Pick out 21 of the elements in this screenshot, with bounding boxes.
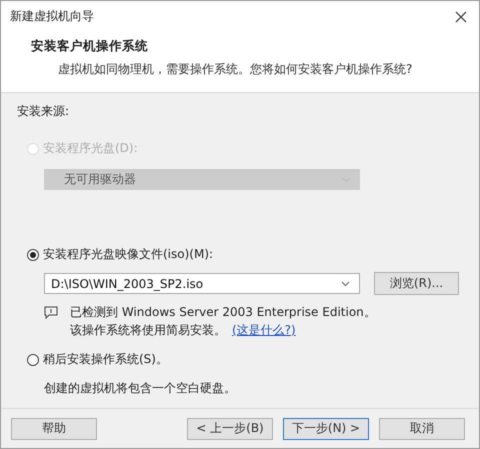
page-subtitle: 虚拟机如同物理机，需要操作系统。您将如何安装客户机操作系统? <box>58 61 414 78</box>
section-label: 安装来源: <box>17 103 70 120</box>
option-description: 创建的虚拟机将包含一个空白硬盘。 <box>44 380 237 397</box>
radio-button[interactable] <box>27 354 39 366</box>
radio-label[interactable]: 稍后安装操作系统(S)。 <box>43 351 168 368</box>
info-icon <box>44 306 58 319</box>
radio-button[interactable] <box>27 248 39 260</box>
detection-message: 已检测到 Windows Server 2003 Enterprise Edition。 <box>70 304 376 321</box>
footer-button[interactable]: 取消 <box>379 418 465 440</box>
help-button[interactable]: 帮助 <box>11 418 97 440</box>
footer-button[interactable]: 下一步(N) > <box>283 418 369 440</box>
footer-button[interactable]: < 上一步(B) <box>187 418 273 440</box>
radio-label[interactable]: 安装程序光盘映像文件(iso)(M): <box>43 246 214 263</box>
install-message: 该操作系统将使用简易安装。 <box>70 322 226 339</box>
chevron-down-icon <box>341 280 350 286</box>
window-title: 新建虚拟机向导 <box>10 8 94 25</box>
page-title: 安装客户机操作系统 <box>31 38 149 55</box>
iso-path-field[interactable]: D:\ISO\WIN_2003_SP2.iso <box>44 273 360 294</box>
browse-button[interactable]: 浏览(R)... <box>374 272 459 295</box>
close-icon[interactable] <box>455 10 467 22</box>
help-link[interactable]: (这是什么?) <box>232 321 296 339</box>
